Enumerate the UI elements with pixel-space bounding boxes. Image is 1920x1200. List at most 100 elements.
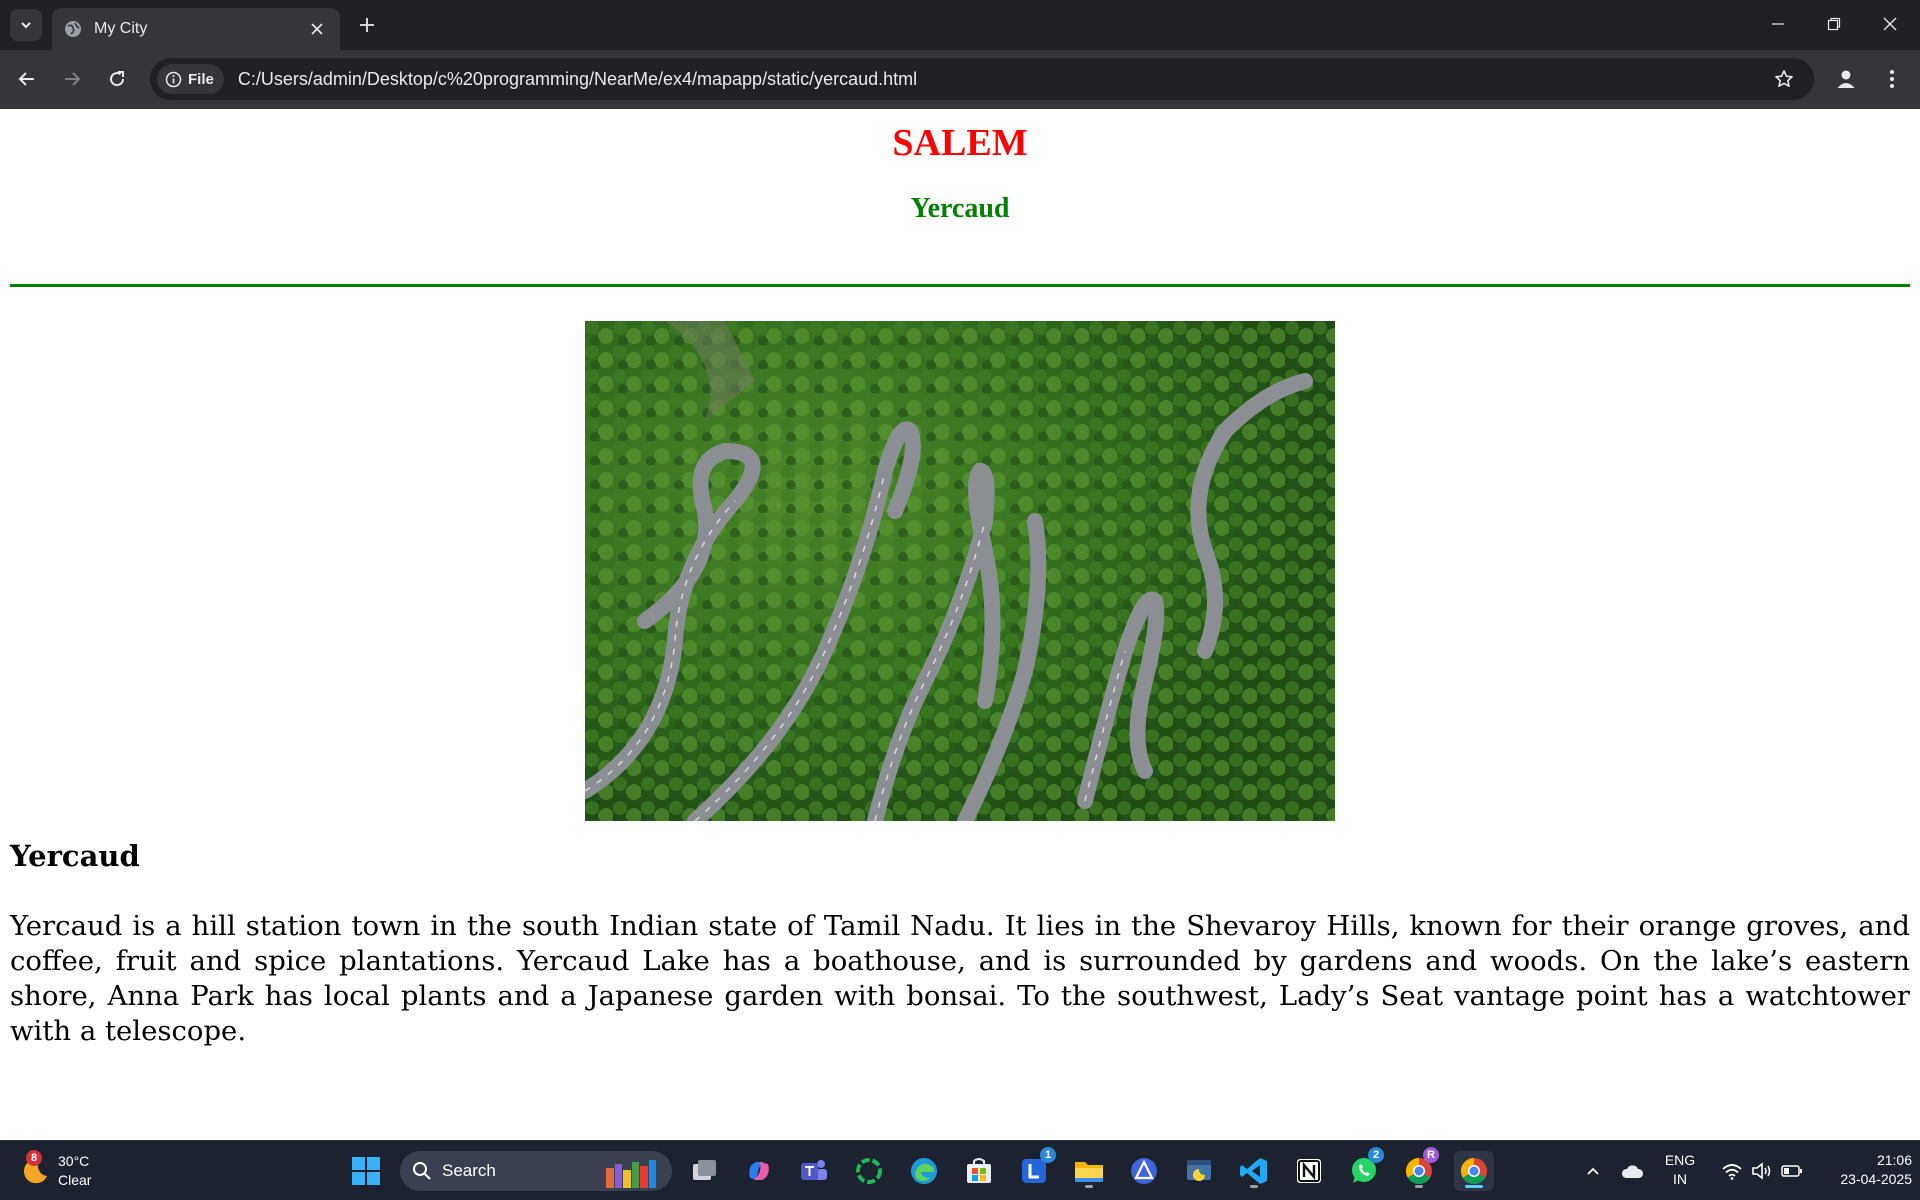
more-vertical-icon <box>1890 70 1894 88</box>
section-title: Yercaud <box>10 839 140 873</box>
taskbar-teams[interactable] <box>794 1151 834 1191</box>
clock-date: 23-04-2025 <box>1840 1171 1912 1187</box>
minimize-button[interactable] <box>1750 0 1806 48</box>
minimize-icon <box>1772 23 1784 25</box>
vscode-icon <box>1240 1158 1267 1184</box>
clock-time: 21:06 <box>1876 1152 1912 1168</box>
taskbar-vscode[interactable] <box>1234 1151 1274 1191</box>
cloud-icon <box>1621 1165 1644 1178</box>
task-view-button[interactable] <box>684 1151 724 1191</box>
folder-icon <box>1075 1162 1103 1182</box>
task-view-icon <box>693 1160 716 1180</box>
store-icon <box>967 1158 991 1183</box>
profile-button[interactable] <box>1830 63 1862 95</box>
triangle-app-icon <box>1131 1158 1157 1184</box>
clock[interactable]: 21:06 23-04-2025 <box>1812 1151 1912 1189</box>
site-info-chip[interactable]: File <box>157 64 224 94</box>
taskbar-notion[interactable] <box>1289 1151 1329 1191</box>
edge-icon <box>911 1158 937 1184</box>
url-text[interactable]: C:/Users/admin/Desktop/c%20programming/N… <box>238 69 1768 90</box>
restore-button[interactable] <box>1806 0 1862 48</box>
copilot-icon <box>749 1162 769 1180</box>
reload-button[interactable] <box>101 63 133 95</box>
yercaud-photo <box>585 321 1335 821</box>
taskbar-search[interactable]: Search <box>400 1151 672 1191</box>
tab-close-button[interactable] <box>306 18 328 40</box>
show-hidden-icons-button[interactable] <box>1573 1151 1613 1191</box>
address-bar[interactable]: File C:/Users/admin/Desktop/c%20programm… <box>150 58 1814 100</box>
python-icon <box>1187 1160 1211 1181</box>
taskbar-chrome-active[interactable] <box>1454 1151 1494 1191</box>
globe-icon <box>65 21 81 37</box>
wifi-icon <box>1722 1164 1742 1180</box>
taskbar-store[interactable] <box>959 1151 999 1191</box>
divider <box>10 284 1910 287</box>
teams-icon <box>801 1160 827 1180</box>
search-icon <box>413 1162 431 1180</box>
taskbar-edge[interactable] <box>904 1151 944 1191</box>
description-paragraph: Yercaud is a hill station town in the so… <box>10 910 1910 1047</box>
onedrive-button[interactable] <box>1612 1151 1652 1191</box>
weather-widget[interactable]: 8 30°C Clear <box>20 1149 120 1193</box>
taskbar-copilot[interactable] <box>739 1151 779 1191</box>
language-line1: ENG <box>1664 1152 1696 1168</box>
reload-icon <box>110 71 125 87</box>
taskbar: 8 30°C Clear Search 1 2 R ENG IN 21:06 2… <box>0 1140 1920 1200</box>
menu-button[interactable] <box>1876 63 1908 95</box>
taskbar-file-explorer[interactable] <box>1069 1151 1109 1191</box>
tab-title: My City <box>94 20 148 37</box>
taskbar-whatsapp[interactable]: 2 <box>1344 1147 1384 1191</box>
bookmark-button[interactable] <box>1768 63 1800 95</box>
web-page: SALEM Yercaud Yercaud Yercaud is a hill … <box>0 109 1920 1140</box>
tab-strip: My City <box>0 0 1920 50</box>
whatsapp-badge: 2 <box>1368 1147 1384 1163</box>
taskbar-sync-app[interactable] <box>849 1151 889 1191</box>
windows-icon <box>352 1157 380 1185</box>
active-tab[interactable]: My City <box>52 8 340 50</box>
hill-road-image <box>585 321 1335 821</box>
sync-ring-icon <box>856 1158 882 1184</box>
tab-search-button[interactable] <box>10 9 42 41</box>
weather-badge: 8 <box>26 1150 42 1166</box>
moon-icon: 8 <box>20 1150 50 1186</box>
back-button[interactable] <box>11 63 43 95</box>
chevron-up-icon <box>1587 1167 1599 1175</box>
star-icon <box>1775 70 1793 87</box>
weather-condition: Clear <box>58 1172 92 1188</box>
taskbar-lens[interactable]: 1 <box>1014 1147 1056 1191</box>
close-window-button[interactable] <box>1862 0 1918 48</box>
info-icon <box>165 71 182 87</box>
chrome-profile-badge: R <box>1423 1147 1439 1163</box>
language-line2: IN <box>1673 1171 1687 1187</box>
search-label: Search <box>442 1161 496 1180</box>
quick-settings-button[interactable] <box>1710 1151 1814 1191</box>
new-tab-button[interactable] <box>352 10 382 40</box>
close-icon <box>311 23 323 35</box>
running-indicator <box>1250 1185 1258 1188</box>
temperature: 30°C <box>58 1153 90 1169</box>
taskbar-chrome-profile[interactable]: R <box>1399 1147 1439 1191</box>
running-indicator <box>1085 1185 1093 1188</box>
security-chip-label: File <box>188 70 214 88</box>
profile-icon <box>1837 70 1855 88</box>
forward-button[interactable] <box>56 63 88 95</box>
taskbar-app-triangle[interactable] <box>1124 1151 1164 1191</box>
volume-icon <box>1752 1162 1771 1180</box>
books-icon <box>606 1160 656 1188</box>
city-heading: SALEM <box>892 122 1028 164</box>
start-button[interactable] <box>346 1151 386 1191</box>
arrow-right-icon <box>65 72 81 86</box>
place-heading: Yercaud <box>910 193 1010 224</box>
lens-badge: 1 <box>1040 1147 1056 1163</box>
active-indicator <box>1465 1185 1483 1188</box>
plus-icon <box>360 18 374 32</box>
battery-icon <box>1781 1165 1802 1177</box>
browser-toolbar: File C:/Users/admin/Desktop/c%20programm… <box>0 50 1920 109</box>
taskbar-python-idle[interactable] <box>1179 1151 1219 1191</box>
arrow-left-icon <box>18 72 34 86</box>
running-indicator <box>1415 1185 1423 1188</box>
restore-icon <box>1827 17 1841 31</box>
notion-icon <box>1297 1159 1321 1183</box>
language-indicator[interactable]: ENG IN <box>1658 1151 1702 1189</box>
chevron-down-icon <box>21 22 31 29</box>
